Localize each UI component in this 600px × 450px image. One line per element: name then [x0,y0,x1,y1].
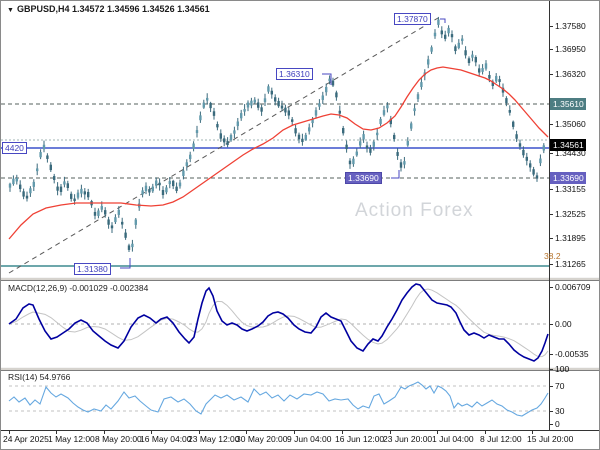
macd-axis-label: -0.00535 [555,349,589,359]
price-axis-tick [549,153,553,154]
level-annotation: 38.2 [542,251,563,261]
macd-axis-tick [549,354,553,355]
macd-indicator-panel[interactable] [1,281,549,367]
rsi-axis-label: 0 [555,419,560,429]
rsi-indicator-panel[interactable] [1,371,549,429]
macd-indicator-label: MACD(12,26,9) -0.001029 -0.002384 [8,283,148,293]
rsi-axis-tick [549,386,553,387]
time-axis-label: 16 May 04:00 [140,434,192,444]
symbol-label: GBPUSD,H4 [17,4,70,14]
rsi-axis-label: 100 [555,364,569,374]
price-axis-label: 1.36950 [555,44,586,54]
panel-separator[interactable] [1,277,600,281]
watermark: Action Forex [355,200,474,222]
time-axis-label: 24 Apr 2025 [3,434,49,444]
level-annotation[interactable]: 1.33690 [345,172,382,184]
macd-axis-tick [549,324,553,325]
price-level-highlight: 1.33690 [550,172,586,184]
price-axis-tick [549,189,553,190]
symbol-dropdown-icon[interactable]: ▼ [7,7,14,14]
price-axis-tick [549,26,553,27]
time-axis-label: 9 Jun 04:00 [287,434,331,444]
rsi-axis-tick [549,369,553,370]
rsi-axis-tick [549,424,553,425]
price-chart-panel[interactable] [1,1,549,277]
price-axis-border [549,1,550,430]
price-axis-tick [549,49,553,50]
ohlc-values: 1.34572 1.34596 1.34526 1.34561 [72,4,210,14]
chart-header: ▼GBPUSD,H4 1.34572 1.34596 1.34526 1.345… [7,4,210,14]
price-axis-tick [549,238,553,239]
time-axis-label: 15 Jul 20:00 [527,434,573,444]
time-axis-label: 16 Jun 12:00 [335,434,384,444]
time-axis-label: 8 May 20:00 [95,434,142,444]
time-axis-border [1,430,600,431]
rsi-axis-tick [549,411,553,412]
macd-axis-tick [549,287,553,288]
time-axis-label: 1 May 12:00 [48,434,95,444]
mt4-chart-window: ▼GBPUSD,H4 1.34572 1.34596 1.34526 1.345… [0,0,600,450]
macd-axis-label: 0.00 [555,319,572,329]
price-level-highlight: 1.35610 [550,98,586,110]
rsi-indicator-label: RSI(14) 54.9766 [8,372,70,382]
macd-axis-label: 0.006709 [555,282,590,292]
price-axis-tick [549,124,553,125]
level-annotation[interactable]: 1.36310 [276,68,313,80]
price-axis-label: 1.32525 [555,209,586,219]
time-axis-label: 1 Jul 04:00 [432,434,474,444]
level-annotation[interactable]: 4420 [2,142,27,154]
price-axis-label: 1.33155 [555,184,586,194]
price-axis-label: 1.31895 [555,233,586,243]
time-axis-label: 8 Jul 12:00 [480,434,522,444]
level-annotation[interactable]: 1.37870 [394,13,431,25]
price-axis-label: 1.37580 [555,21,586,31]
time-axis-label: 23 May 12:00 [188,434,240,444]
price-axis-tick [549,264,553,265]
price-axis-tick [549,74,553,75]
panel-separator[interactable] [1,367,600,371]
time-axis-label: 23 Jun 20:00 [383,434,432,444]
price-level-highlight: 1.34561 [550,139,586,151]
price-axis-label: 1.36320 [555,69,586,79]
price-axis-tick [549,214,553,215]
rsi-axis-label: 30 [555,406,564,416]
time-axis-label: 30 May 20:00 [236,434,288,444]
rsi-axis-label: 70 [555,381,564,391]
level-annotation[interactable]: 1.31380 [74,263,111,275]
price-axis-label: 1.35060 [555,119,586,129]
